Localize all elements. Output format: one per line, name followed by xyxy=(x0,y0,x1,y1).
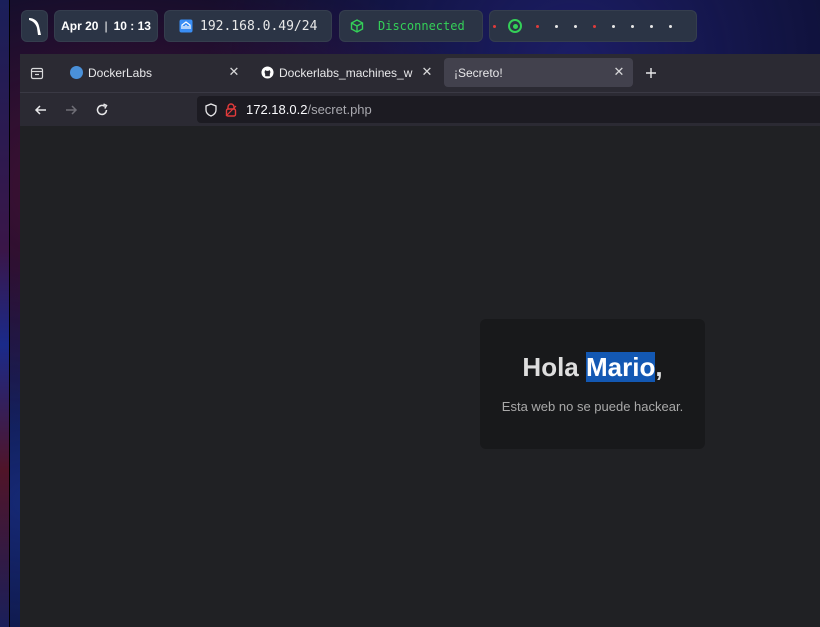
shield-icon xyxy=(205,102,217,117)
workspace-dot[interactable] xyxy=(493,24,496,28)
navigation-bar: 172.18.0.2/secret.php xyxy=(20,92,820,126)
reload-button[interactable] xyxy=(91,99,113,121)
clock-widget[interactable]: Apr 20 | 10 : 13 xyxy=(54,10,158,42)
time-label: 10 : 13 xyxy=(113,19,151,33)
workspace-dot[interactable] xyxy=(536,24,539,28)
url-bar[interactable]: 172.18.0.2/secret.php xyxy=(197,96,820,123)
workspace-active-indicator[interactable] xyxy=(508,19,522,33)
vpn-widget[interactable]: Disconnected xyxy=(339,10,483,42)
desktop-wallpaper-strip xyxy=(0,0,10,627)
tab-overview-button[interactable] xyxy=(26,62,48,84)
kali-dragon-icon xyxy=(28,18,41,35)
message-card: Hola Mario, Esta web no se puede hackear… xyxy=(480,319,705,449)
workspace-switcher[interactable] xyxy=(489,10,697,42)
close-tab-icon[interactable]: ✕ xyxy=(419,63,435,81)
insecure-lock-icon[interactable] xyxy=(224,102,238,117)
date-label: Apr 20 xyxy=(61,19,99,33)
app-menu-button[interactable] xyxy=(21,10,48,42)
tab-secreto[interactable]: ¡Secreto! ✕ xyxy=(444,58,633,87)
forward-button[interactable] xyxy=(60,99,82,121)
tab-bar: DockerLabs ✕ Dockerlabs_machines_w ✕ ¡Se… xyxy=(20,54,820,92)
workspace-dot[interactable] xyxy=(650,24,653,28)
workspace-dot[interactable] xyxy=(631,24,634,28)
vpn-status: Disconnected xyxy=(378,19,465,33)
workspace-dot[interactable] xyxy=(574,24,577,28)
greeting-text: Hola xyxy=(522,352,586,382)
ip-address: 192.168.0.49/24 xyxy=(200,18,318,34)
close-tab-icon[interactable]: ✕ xyxy=(611,63,627,81)
tab-label: ¡Secreto! xyxy=(454,65,503,80)
greeting-comma: , xyxy=(655,352,663,382)
arrow-left-icon xyxy=(34,105,46,115)
selected-name: Mario xyxy=(586,352,656,382)
ip-widget[interactable]: 192.168.0.49/24 xyxy=(164,10,332,42)
message-text: Esta web no se puede hackear. xyxy=(501,399,684,414)
new-tab-button[interactable] xyxy=(640,62,662,84)
tab-overview-icon xyxy=(30,67,44,80)
cube-icon xyxy=(350,19,364,33)
clock-separator: | xyxy=(104,19,108,33)
page-content: Hola Mario, Esta web no se puede hackear… xyxy=(20,126,820,627)
dockerlabs-icon xyxy=(70,66,83,79)
reload-icon xyxy=(96,103,108,116)
workspace-dot[interactable] xyxy=(593,24,596,28)
url-text[interactable]: 172.18.0.2/secret.php xyxy=(246,102,372,117)
url-host: 172.18.0.2 xyxy=(246,102,308,117)
tab-label: Dockerlabs_machines_w xyxy=(279,65,413,80)
workspace-dot[interactable] xyxy=(555,24,558,28)
browser-window: DockerLabs ✕ Dockerlabs_machines_w ✕ ¡Se… xyxy=(20,54,820,627)
github-icon xyxy=(261,66,274,79)
network-icon xyxy=(179,19,193,33)
arrow-right-icon xyxy=(66,105,78,115)
workspace-dot[interactable] xyxy=(669,24,672,28)
url-path: /secret.php xyxy=(307,102,372,117)
back-button[interactable] xyxy=(30,99,52,121)
tab-github[interactable]: Dockerlabs_machines_w ✕ xyxy=(255,58,441,87)
greeting-heading: Hola Mario, xyxy=(480,352,705,383)
tab-dockerlabs[interactable]: DockerLabs ✕ xyxy=(63,58,248,87)
plus-icon xyxy=(646,68,656,78)
workspace-dot[interactable] xyxy=(612,24,615,28)
tab-label: DockerLabs xyxy=(88,65,153,80)
close-tab-icon[interactable]: ✕ xyxy=(226,63,242,81)
